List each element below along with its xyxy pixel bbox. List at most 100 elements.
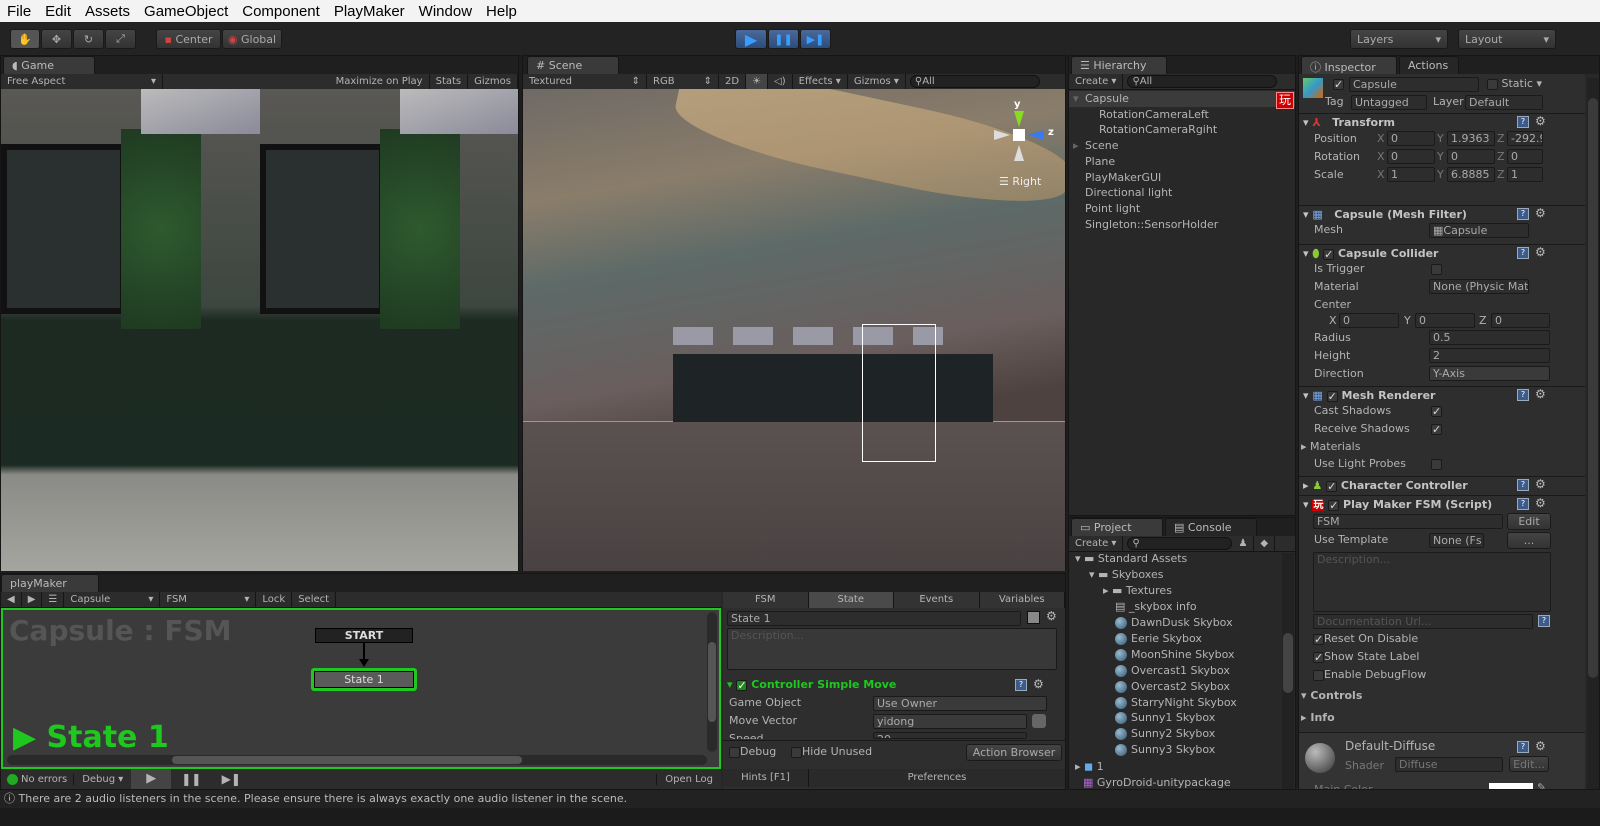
- gear-icon[interactable]: ⚙: [1535, 245, 1546, 259]
- color-mode-dropdown[interactable]: RGB ⇕: [647, 73, 719, 90]
- project-search-input[interactable]: ⚲: [1127, 537, 1233, 550]
- 2d-toggle[interactable]: 2D: [719, 73, 747, 90]
- template-browse-button[interactable]: ...: [1507, 532, 1551, 549]
- playmaker-tab-variables[interactable]: Variables: [979, 592, 1065, 608]
- position-z-field[interactable]: -292.9: [1507, 131, 1543, 146]
- template-field[interactable]: None (Fs: [1429, 533, 1484, 548]
- object-dropdown[interactable]: Capsule ▾: [64, 591, 161, 608]
- debug-play-icon[interactable]: ▶: [131, 769, 172, 789]
- playmaker-tab-state[interactable]: State: [808, 592, 894, 608]
- gear-icon[interactable]: ⚙: [1046, 609, 1057, 623]
- skybox-material[interactable]: Overcast1 Skybox: [1115, 663, 1230, 679]
- shader-dropdown[interactable]: Diffuse: [1395, 757, 1503, 772]
- skybox-material[interactable]: Overcast2 Skybox: [1115, 679, 1230, 695]
- pivot-center-button[interactable]: ▪ Center: [156, 29, 221, 49]
- layout-dropdown[interactable]: Layout ▾: [1458, 29, 1556, 49]
- hierarchy-item[interactable]: ▸ Scene: [1069, 138, 1295, 154]
- help-icon[interactable]: ?: [1015, 679, 1027, 691]
- prefab-1[interactable]: ▸ ◼ 1: [1075, 759, 1104, 775]
- debug-dropdown[interactable]: Debug ▾: [73, 773, 131, 785]
- rotation-x-field[interactable]: 0: [1387, 149, 1435, 164]
- gear-icon[interactable]: ⚙: [1535, 496, 1546, 510]
- game-gizmos-toggle[interactable]: Gizmos: [468, 73, 518, 90]
- skybox-material[interactable]: DawnDusk Skybox: [1115, 615, 1233, 631]
- help-icon[interactable]: ?: [1517, 498, 1529, 510]
- eyedropper-icon[interactable]: ✎: [1537, 781, 1546, 789]
- menu-file[interactable]: File: [0, 3, 38, 20]
- help-icon[interactable]: ?: [1517, 208, 1529, 220]
- move-icon[interactable]: ✥: [41, 29, 72, 49]
- action-browser-button[interactable]: Action Browser: [966, 744, 1062, 761]
- center-z-field[interactable]: 0: [1491, 313, 1550, 328]
- status-bar[interactable]: ⓘ There are 2 audio listeners in the sce…: [0, 790, 1600, 808]
- render-mode-dropdown[interactable]: Textured ⇕: [523, 73, 647, 90]
- fsm-name-input[interactable]: FSM: [1313, 514, 1503, 529]
- menu-help[interactable]: Help: [479, 3, 524, 20]
- skybox-material[interactable]: Sunny2 Skybox: [1115, 726, 1215, 742]
- hints-button[interactable]: Hints [F1]: [723, 769, 809, 787]
- playmaker-tab-fsm[interactable]: FSM: [723, 592, 809, 608]
- tab-playmaker[interactable]: playMaker: [1, 574, 99, 592]
- pivot-global-button[interactable]: ◉ Global: [222, 29, 282, 49]
- hierarchy-item[interactable]: RotationCameraRgiht: [1069, 122, 1295, 138]
- tag-dropdown[interactable]: Untagged: [1351, 95, 1427, 110]
- layer-dropdown[interactable]: Default: [1465, 95, 1543, 110]
- tab-game[interactable]: ◖ Game: [3, 56, 95, 74]
- height-field[interactable]: 2: [1429, 348, 1550, 363]
- file-skybox-info[interactable]: ▤ _skybox info: [1115, 599, 1197, 615]
- debug-checkbox[interactable]: Debug: [729, 745, 776, 758]
- shader-edit-button[interactable]: Edit...: [1509, 756, 1549, 772]
- inspector-scrollbar[interactable]: [1587, 78, 1599, 789]
- hand-icon[interactable]: ✋: [10, 29, 40, 49]
- pause-button[interactable]: ❚❚: [768, 29, 799, 49]
- object-name-input[interactable]: Capsule: [1349, 77, 1479, 92]
- state-node[interactable]: State 1: [311, 668, 417, 691]
- variable-toggle-icon[interactable]: [1032, 714, 1046, 728]
- hierarchy-item[interactable]: Point light: [1069, 201, 1295, 217]
- step-button[interactable]: ▶❚: [800, 29, 831, 49]
- documentation-url-input[interactable]: Documentation Url...: [1313, 614, 1533, 629]
- physic-material-field[interactable]: None (Physic Mate: [1429, 279, 1529, 294]
- gear-icon[interactable]: ⚙: [1535, 114, 1546, 128]
- hierarchy-item[interactable]: Plane: [1069, 154, 1295, 170]
- forward-icon[interactable]: ▶: [22, 591, 43, 608]
- reset-on-disable-checkbox[interactable]: ✓Reset On Disable: [1313, 632, 1418, 645]
- gear-icon[interactable]: ⚙: [1535, 739, 1546, 753]
- help-icon[interactable]: ?: [1517, 479, 1529, 491]
- enable-debugflow-checkbox[interactable]: Enable DebugFlow: [1313, 668, 1426, 681]
- help-icon[interactable]: ?: [1538, 615, 1550, 627]
- start-node[interactable]: START: [315, 628, 413, 643]
- select-button[interactable]: Select: [292, 591, 337, 608]
- tab-console[interactable]: ▤ Console: [1165, 518, 1257, 536]
- project-scrollbar[interactable]: [1282, 553, 1294, 789]
- open-log-button[interactable]: Open Log: [656, 773, 721, 785]
- debug-pause-icon[interactable]: ❚❚: [171, 772, 211, 786]
- game-object-dropdown[interactable]: Use Owner: [873, 696, 1047, 711]
- receive-shadows-checkbox[interactable]: ✓: [1431, 423, 1442, 435]
- controls-foldout[interactable]: ▾ Controls: [1301, 689, 1362, 702]
- gear-icon[interactable]: ⚙: [1535, 477, 1546, 491]
- tab-hierarchy[interactable]: ☰ Hierarchy: [1071, 56, 1167, 74]
- main-color-swatch[interactable]: [1489, 783, 1533, 789]
- view-label[interactable]: ☰ Right: [999, 175, 1041, 188]
- radius-field[interactable]: 0.5: [1429, 330, 1550, 345]
- effects-dropdown[interactable]: Effects ▾: [793, 73, 848, 90]
- skybox-material[interactable]: Sunny3 Skybox: [1115, 742, 1215, 758]
- gear-icon[interactable]: ⚙: [1535, 206, 1546, 220]
- action-header[interactable]: ▾ ✓ Controller Simple Move: [727, 678, 896, 691]
- folder-skyboxes[interactable]: ▾ ▬ Skyboxes: [1089, 567, 1163, 583]
- orientation-gizmo[interactable]: y z: [994, 99, 1054, 161]
- hierarchy-item[interactable]: RotationCameraLeft: [1069, 107, 1295, 123]
- lock-button[interactable]: Lock: [256, 591, 293, 608]
- hierarchy-item[interactable]: ▾ Capsule: [1069, 91, 1295, 107]
- scene-search-input[interactable]: ⚲All: [909, 75, 1040, 88]
- playmaker-badge-icon[interactable]: 玩: [1276, 92, 1294, 109]
- debug-step-icon[interactable]: ▶❚: [211, 772, 251, 786]
- rotate-icon[interactable]: ↻: [73, 29, 104, 49]
- play-button[interactable]: ▶: [735, 29, 767, 49]
- tab-actions[interactable]: Actions: [1399, 56, 1459, 74]
- position-x-field[interactable]: 0: [1387, 131, 1435, 146]
- help-icon[interactable]: ?: [1517, 389, 1529, 401]
- scene-gizmos-dropdown[interactable]: Gizmos ▾: [848, 73, 906, 90]
- menu-window[interactable]: Window: [412, 3, 479, 20]
